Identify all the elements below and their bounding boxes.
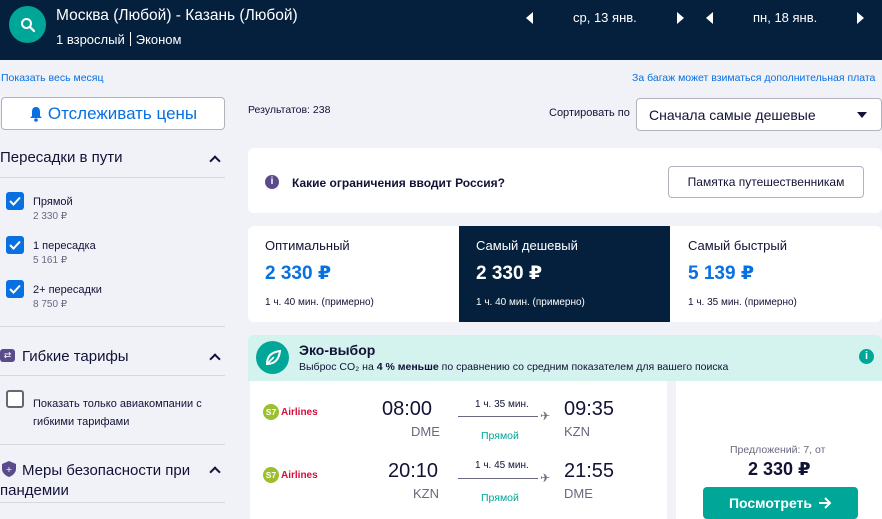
view-deal-label: Посмотреть bbox=[728, 495, 813, 511]
flight-line bbox=[458, 478, 538, 479]
search-button[interactable] bbox=[9, 6, 46, 43]
airline-name: Airlines bbox=[281, 406, 318, 418]
departure-time: 08:00 bbox=[382, 398, 433, 420]
return-date[interactable]: пн, 18 янв. bbox=[753, 10, 817, 25]
airline-name: Airlines bbox=[281, 469, 318, 481]
stops-option-price: 2 330 ₽ bbox=[33, 211, 68, 222]
divider bbox=[0, 326, 225, 327]
departure-airport: DME bbox=[411, 424, 440, 439]
stops-option-label[interactable]: 1 пересадка bbox=[33, 240, 96, 252]
checkbox-one-stop[interactable] bbox=[6, 236, 24, 254]
stops-label: Прямой bbox=[481, 492, 519, 504]
stops-option-price: 8 750 ₽ bbox=[33, 299, 68, 310]
bell-icon bbox=[29, 106, 42, 122]
caret-down-icon bbox=[857, 112, 867, 118]
departure-airport: KZN bbox=[413, 486, 439, 501]
traveler-memo-button[interactable]: Памятка путешественникам bbox=[668, 166, 864, 198]
airline-logo-mark: S7 bbox=[263, 404, 279, 420]
next-return-date-arrow[interactable] bbox=[857, 12, 864, 24]
chevron-up-icon[interactable] bbox=[209, 155, 221, 167]
eco-description: Выброс CO₂ на 4 % меньше по сравнению со… bbox=[299, 361, 728, 373]
arrival-airport: DME bbox=[564, 486, 593, 501]
eco-desc-bold: 4 % меньше bbox=[376, 361, 439, 373]
flexible-fares-title[interactable]: Гибкие тарифы bbox=[22, 348, 129, 365]
airline-logo: S7 Airlines bbox=[263, 467, 318, 483]
check-icon bbox=[9, 240, 21, 250]
search-header: Москва (Любой) - Казань (Любой) 1 взросл… bbox=[0, 0, 882, 60]
chevron-up-icon[interactable] bbox=[209, 466, 221, 478]
divider bbox=[0, 177, 225, 178]
baggage-fee-link[interactable]: За багаж может взиматься дополнительная … bbox=[632, 72, 882, 84]
tab-title: Самый дешевый bbox=[476, 238, 578, 253]
stops-option-label[interactable]: 2+ пересадки bbox=[33, 284, 102, 296]
check-icon bbox=[9, 284, 21, 294]
stops-option-price: 5 161 ₽ bbox=[33, 255, 68, 266]
track-prices-button[interactable]: Отслеживать цены bbox=[1, 97, 225, 130]
plane-icon: ✈ bbox=[540, 471, 551, 485]
eco-title: Эко-выбор bbox=[299, 342, 376, 358]
view-deal-button[interactable]: Посмотреть bbox=[703, 487, 858, 519]
divider bbox=[0, 444, 225, 445]
divider bbox=[0, 375, 225, 376]
track-prices-label: Отслеживать цены bbox=[47, 103, 198, 123]
check-icon bbox=[9, 196, 21, 206]
prev-return-date-arrow[interactable] bbox=[706, 12, 713, 24]
flight-duration: 1 ч. 45 мин. bbox=[475, 460, 529, 471]
arrow-right-icon bbox=[819, 497, 832, 509]
tab-optimal[interactable]: Оптимальный 2 330 ₽ 1 ч. 40 мин. (пример… bbox=[248, 226, 459, 322]
stops-label: Прямой bbox=[481, 430, 519, 442]
tab-cheapest[interactable]: Самый дешевый 2 330 ₽ 1 ч. 40 мин. (прим… bbox=[459, 226, 670, 322]
eco-desc-pre: Выброс CO₂ на bbox=[299, 361, 377, 373]
cabin-class: Эконом bbox=[135, 32, 182, 47]
pandemic-safety-title[interactable]: Меры безопасности при пандемии bbox=[0, 461, 200, 501]
show-whole-month-link[interactable]: Показать весь месяц bbox=[1, 72, 104, 84]
info-icon[interactable]: i bbox=[859, 349, 874, 364]
divider bbox=[129, 32, 131, 46]
divider bbox=[0, 502, 225, 503]
info-icon: i bbox=[265, 175, 279, 189]
depart-date[interactable]: ср, 13 янв. bbox=[573, 10, 637, 25]
arrival-airport: KZN bbox=[564, 424, 590, 439]
tab-title: Самый быстрый bbox=[688, 238, 787, 253]
next-depart-date-arrow[interactable] bbox=[677, 12, 684, 24]
checkbox-two-plus-stops[interactable] bbox=[6, 280, 24, 298]
checkbox-flexible-only[interactable] bbox=[6, 390, 24, 408]
search-icon bbox=[20, 17, 35, 32]
flexible-ticket-icon: ⇄ bbox=[0, 349, 15, 362]
passenger-summary[interactable]: 1 взрослый Эконом bbox=[56, 32, 181, 47]
leaf-icon bbox=[256, 341, 289, 374]
route-title[interactable]: Москва (Любой) - Казань (Любой) bbox=[56, 7, 298, 25]
airline-logo: S7 Airlines bbox=[263, 404, 318, 420]
departure-time: 20:10 bbox=[388, 460, 439, 482]
arrival-time: 09:35 bbox=[564, 398, 615, 420]
tab-fastest[interactable]: Самый быстрый 5 139 ₽ 1 ч. 35 мин. (прим… bbox=[671, 226, 882, 322]
airline-logo-mark: S7 bbox=[263, 467, 279, 483]
flight-line bbox=[458, 416, 538, 417]
arrival-time: 21:55 bbox=[564, 460, 615, 482]
tab-duration: 1 ч. 40 мин. (примерно) bbox=[265, 297, 374, 308]
tab-duration: 1 ч. 40 мин. (примерно) bbox=[476, 297, 585, 308]
flight-duration: 1 ч. 35 мин. bbox=[475, 399, 529, 410]
stops-option-label[interactable]: Прямой bbox=[33, 196, 73, 208]
tab-duration: 1 ч. 35 мин. (примерно) bbox=[688, 297, 797, 308]
restrictions-question: Какие ограничения вводит Россия? bbox=[292, 176, 505, 190]
plane-icon: ✈ bbox=[540, 409, 551, 423]
stops-filter-title[interactable]: Пересадки в пути bbox=[0, 149, 123, 166]
flexible-only-label[interactable]: Показать только авиакомпании с гибкими т… bbox=[33, 395, 213, 431]
flight-price: 2 330 ₽ bbox=[748, 459, 811, 479]
sort-select[interactable]: Сначала самые дешевые bbox=[636, 98, 882, 131]
offers-count: Предложений: 7, от bbox=[730, 444, 826, 456]
passengers: 1 взрослый bbox=[56, 32, 125, 47]
checkbox-direct[interactable] bbox=[6, 192, 24, 210]
prev-depart-date-arrow[interactable] bbox=[526, 12, 533, 24]
tab-price: 2 330 ₽ bbox=[265, 263, 332, 284]
chevron-up-icon[interactable] bbox=[209, 353, 221, 365]
eco-desc-post: по сравнению со средним показателем для … bbox=[438, 361, 729, 373]
tab-title: Оптимальный bbox=[265, 238, 350, 253]
tab-price: 2 330 ₽ bbox=[476, 263, 543, 284]
sort-value: Сначала самые дешевые bbox=[649, 107, 816, 123]
results-count: Результатов: 238 bbox=[248, 104, 331, 116]
sort-label: Сортировать по bbox=[549, 107, 630, 119]
tab-price: 5 139 ₽ bbox=[688, 263, 755, 284]
